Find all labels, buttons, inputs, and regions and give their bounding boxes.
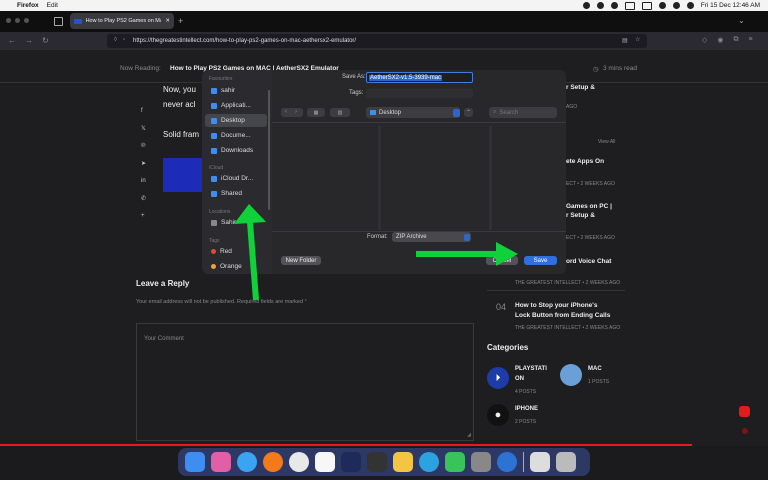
dock [178,448,590,476]
finder-icon[interactable] [185,452,205,472]
telegram-icon[interactable] [419,452,439,472]
firefox-icon[interactable] [263,452,283,472]
davinci-resolve-icon[interactable] [367,452,387,472]
annotation-overlay [234,204,518,301]
quicktime-icon[interactable] [497,452,517,472]
arrow-up-annotation [234,204,266,301]
facetime-icon[interactable] [445,452,465,472]
launchpad-icon[interactable] [211,452,231,472]
safari-icon[interactable] [237,452,257,472]
arrow-right-annotation [416,242,518,266]
chrome-icon[interactable] [289,452,309,472]
document-icon[interactable] [530,452,550,472]
dock-divider [523,452,524,472]
audition-icon[interactable] [341,452,361,472]
trash-icon[interactable] [556,452,576,472]
notion-icon[interactable] [315,452,335,472]
photos-icon[interactable] [393,452,413,472]
system-settings-icon[interactable] [471,452,491,472]
